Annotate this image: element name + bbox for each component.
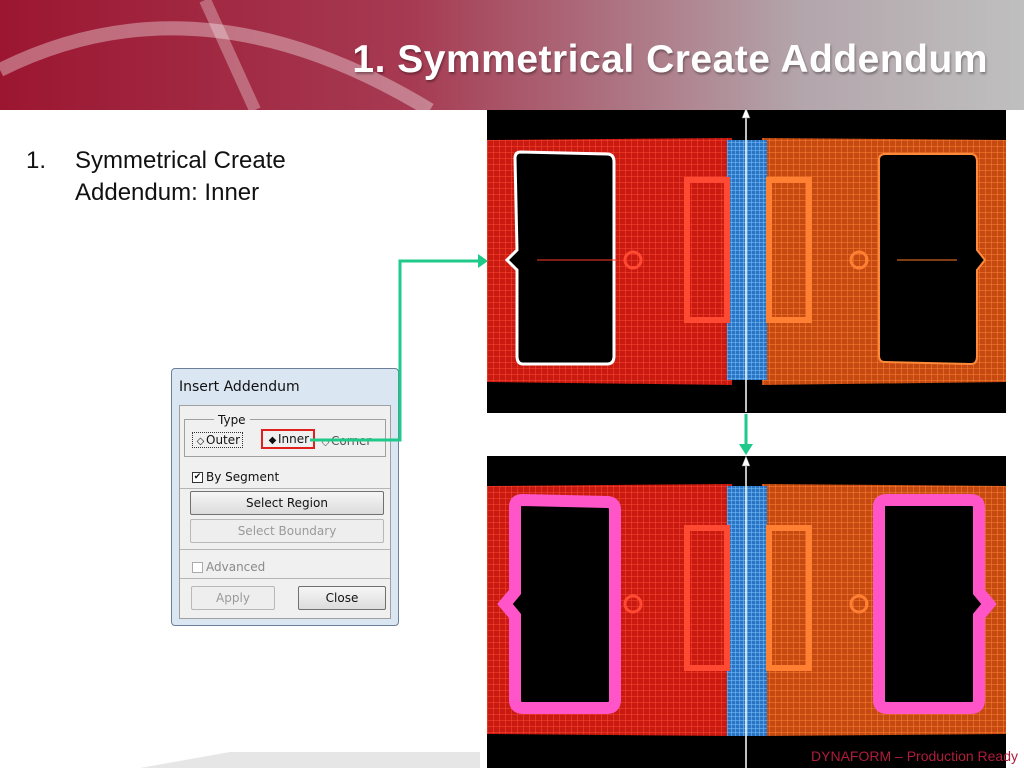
select-boundary-button[interactable]: Select Boundary bbox=[190, 519, 384, 543]
checkbox-empty-icon bbox=[192, 562, 203, 573]
advanced-checkbox[interactable]: Advanced bbox=[192, 560, 265, 574]
divider bbox=[180, 549, 390, 550]
radio-inner-label: Inner bbox=[278, 432, 310, 446]
mesh-viewport-after[interactable] bbox=[487, 456, 1006, 768]
close-button[interactable]: Close bbox=[298, 586, 386, 610]
radio-inner[interactable]: ◆ Inner bbox=[261, 429, 316, 449]
radio-outer[interactable]: ◇ Outer bbox=[192, 432, 244, 448]
mesh-before-drawing bbox=[487, 138, 1006, 385]
dialog-body: Type ◇ Outer ◆ Inner ◇ Corner ✔ By Segment S… bbox=[179, 405, 391, 619]
advanced-label: Advanced bbox=[206, 560, 266, 574]
divider bbox=[180, 578, 390, 579]
insert-addendum-dialog: Insert Addendum Type ◇ Outer ◆ Inner ◇ Corn… bbox=[171, 368, 399, 626]
footer-text: DYNAFORM – Production Ready bbox=[811, 748, 1018, 764]
dialog-title: Insert Addendum bbox=[179, 379, 300, 395]
mesh-after-drawing bbox=[487, 484, 1006, 736]
type-group-label: Type bbox=[214, 413, 250, 427]
radio-corner-label: Corner bbox=[331, 434, 372, 448]
title-banner: 1. Symmetrical Create Addendum bbox=[0, 0, 1024, 110]
mesh-viewport-before[interactable] bbox=[487, 110, 1006, 413]
radio-corner[interactable]: ◇ Corner bbox=[320, 434, 372, 448]
divider bbox=[180, 488, 390, 489]
bullet-text: Symmetrical Create Addendum: Inner bbox=[75, 147, 286, 206]
radio-selected-icon: ◆ bbox=[268, 435, 277, 446]
radio-empty-icon: ◇ bbox=[321, 437, 330, 448]
by-segment-checkbox[interactable]: ✔ By Segment bbox=[192, 470, 279, 484]
bullet-number: 1. bbox=[26, 147, 47, 174]
slide-title: 1. Symmetrical Create Addendum bbox=[352, 38, 988, 81]
radio-empty-icon: ◇ bbox=[196, 436, 205, 447]
radio-outer-label: Outer bbox=[206, 433, 241, 447]
by-segment-label: By Segment bbox=[206, 470, 280, 484]
apply-button[interactable]: Apply bbox=[191, 586, 275, 610]
select-region-button[interactable]: Select Region bbox=[190, 491, 384, 515]
checkmark-icon: ✔ bbox=[192, 472, 203, 483]
